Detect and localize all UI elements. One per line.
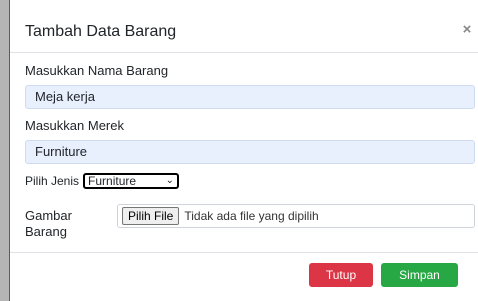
file-status-text: Tidak ada file yang dipilih bbox=[184, 209, 319, 223]
footer-divider bbox=[10, 252, 478, 253]
jenis-select[interactable]: Furniture ⌄ bbox=[83, 173, 180, 189]
jenis-row: Pilih Jenis Furniture ⌄ bbox=[25, 172, 180, 190]
modal-title: Tambah Data Barang bbox=[25, 23, 177, 40]
nama-barang-input[interactable]: Meja kerja bbox=[25, 85, 475, 109]
file-input[interactable]: Pilih File Tidak ada file yang dipilih bbox=[117, 204, 475, 228]
tutup-button[interactable]: Tutup bbox=[309, 263, 373, 287]
chevron-down-icon: ⌄ bbox=[165, 175, 175, 186]
simpan-button[interactable]: Simpan bbox=[381, 263, 458, 287]
modal-header: Tambah Data Barang × bbox=[10, 0, 478, 53]
jenis-label: Pilih Jenis bbox=[25, 174, 80, 188]
choose-file-button[interactable]: Pilih File bbox=[122, 207, 180, 225]
modal-dialog: Tambah Data Barang × Masukkan Nama Baran… bbox=[10, 0, 478, 301]
backdrop-edge bbox=[0, 0, 10, 301]
merek-label: Masukkan Merek bbox=[25, 118, 124, 133]
jenis-selected-value: Furniture bbox=[88, 174, 137, 188]
nama-barang-label: Masukkan Nama Barang bbox=[25, 63, 169, 78]
merek-input[interactable]: Furniture bbox=[25, 140, 475, 164]
close-icon[interactable]: × bbox=[460, 22, 474, 38]
gambar-barang-label: Gambar Barang bbox=[25, 208, 72, 239]
